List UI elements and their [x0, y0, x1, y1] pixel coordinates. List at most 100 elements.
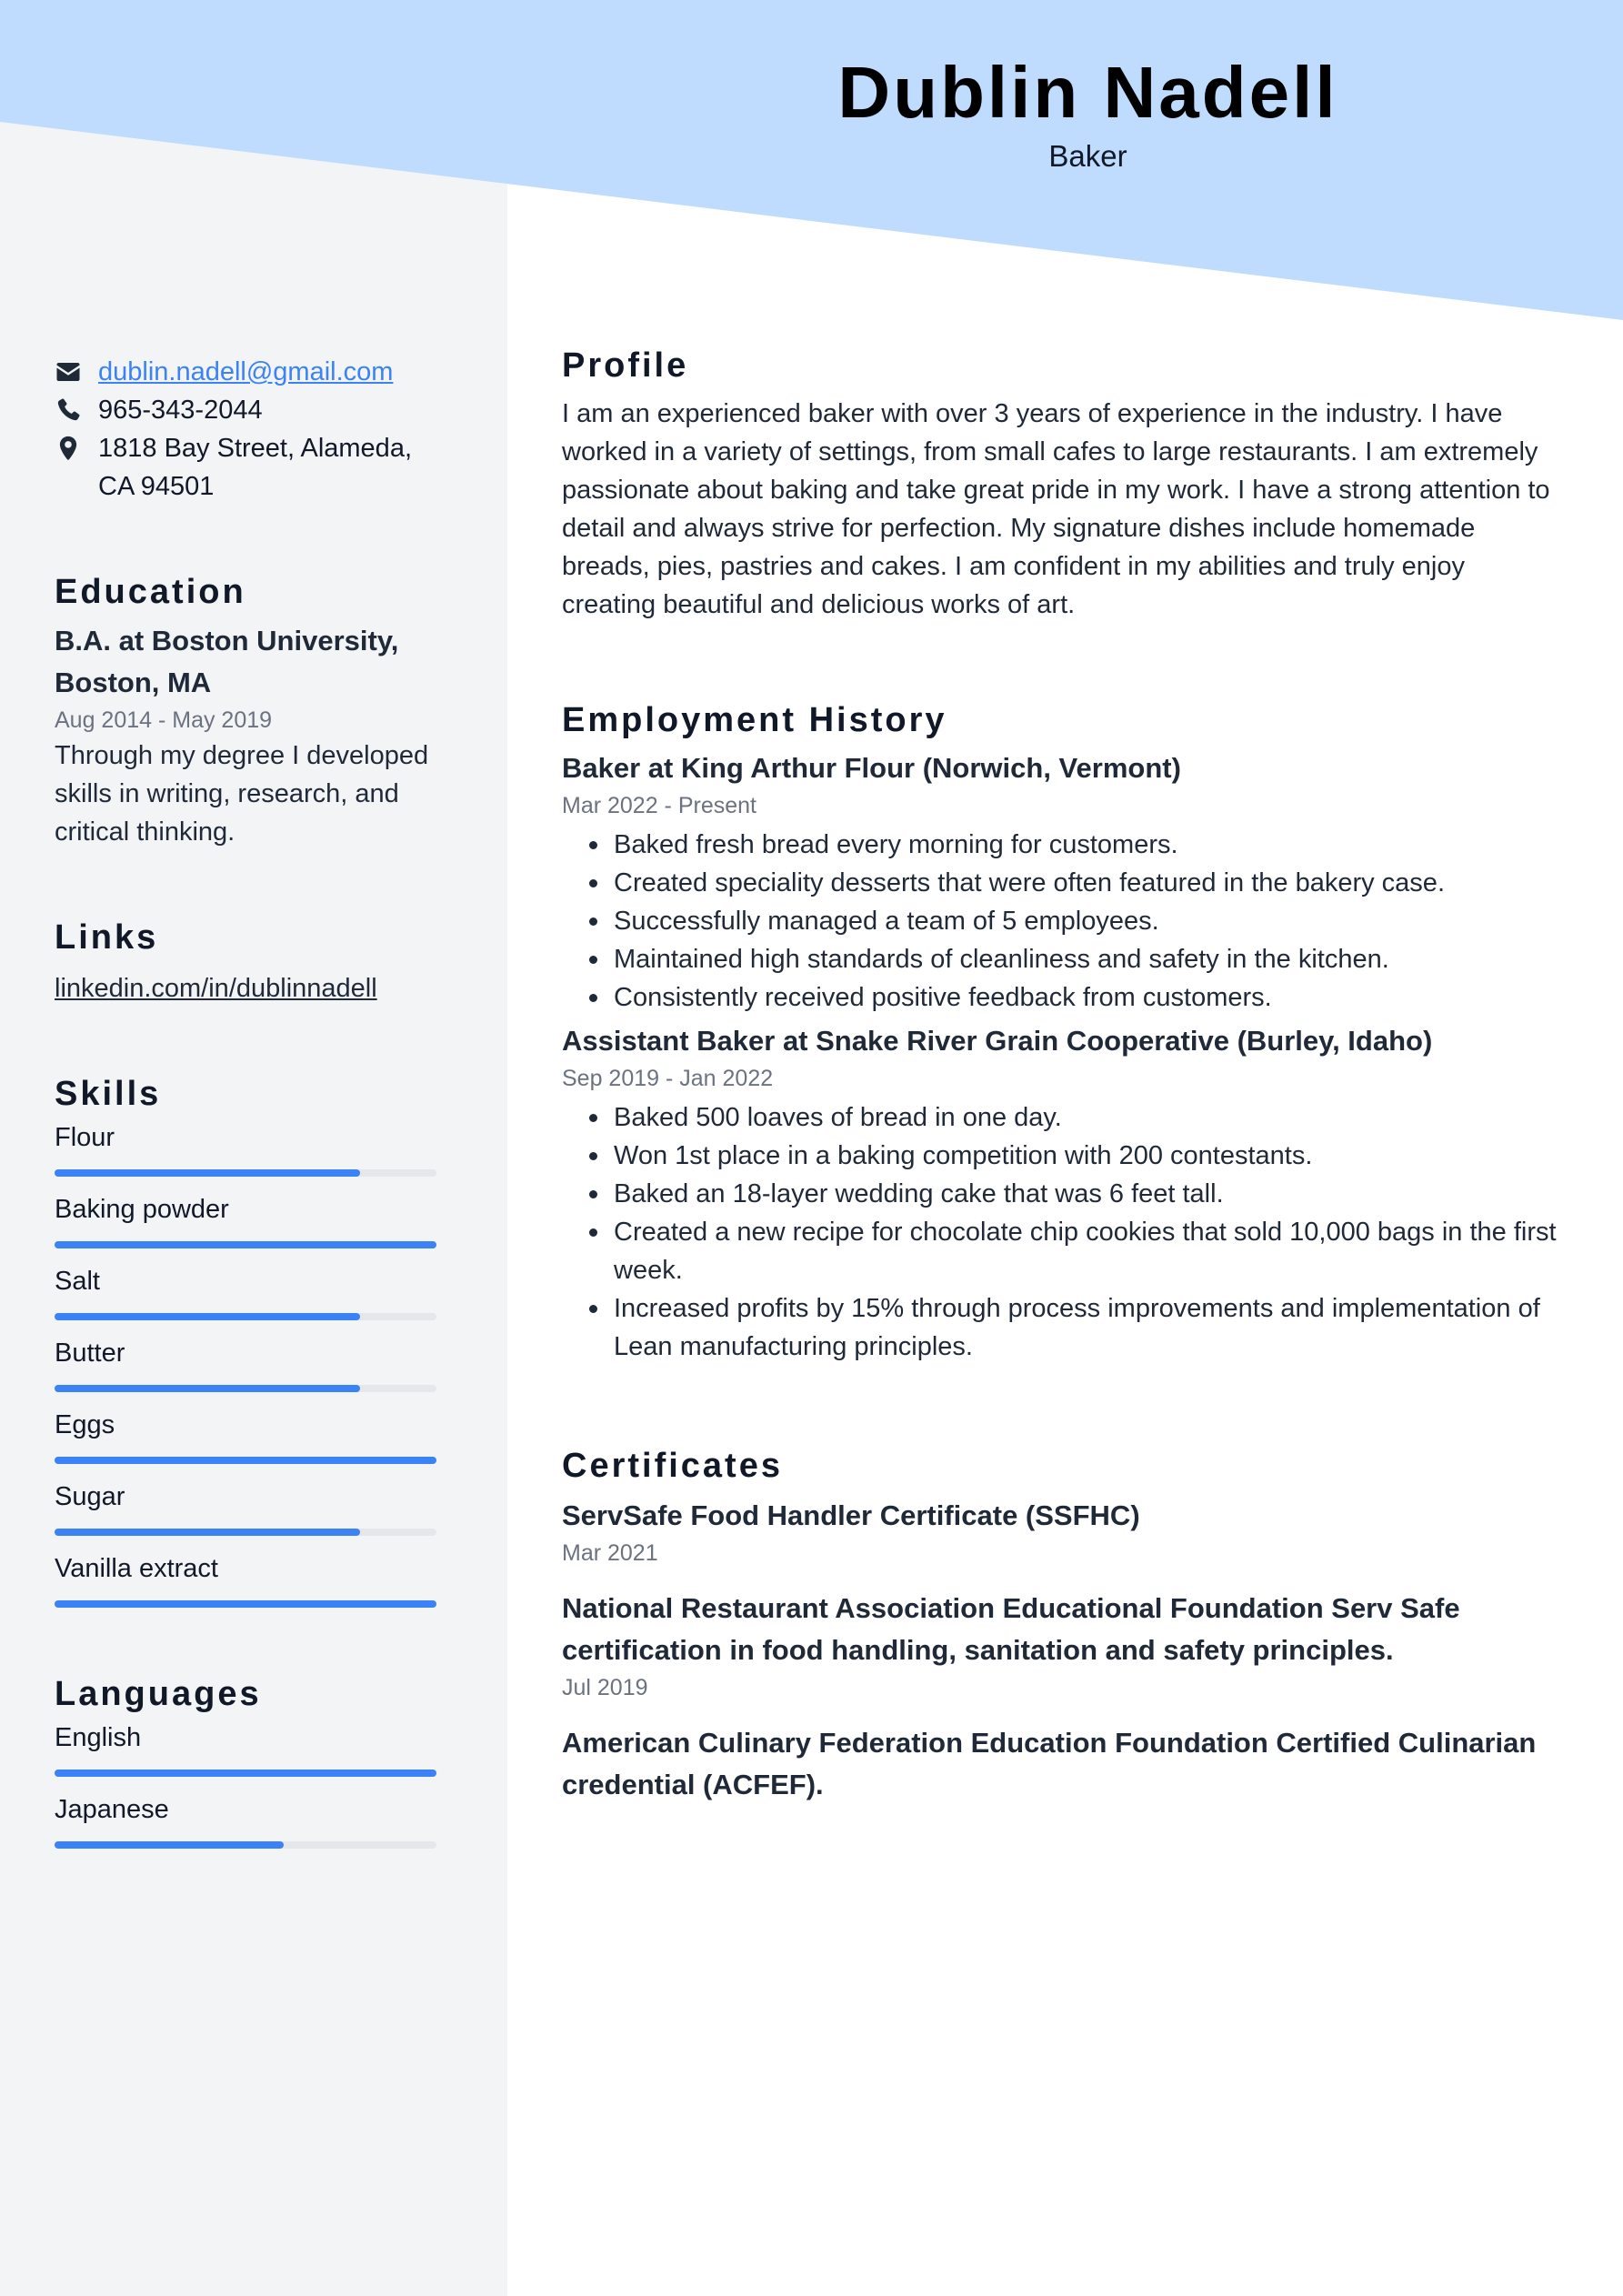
level-bar-track [55, 1529, 436, 1536]
links-heading: Links [55, 918, 159, 957]
contact-email: dublin.nadell@gmail.com [55, 353, 455, 391]
contact-section: dublin.nadell@gmail.com 965-343-2044 181… [55, 353, 455, 506]
job-entry: Baker at King Arthur Flour (Norwich, Ver… [562, 747, 1562, 1017]
job-bullet: Created speciality desserts that were of… [562, 864, 1562, 902]
jobs-list: Baker at King Arthur Flour (Norwich, Ver… [562, 747, 1562, 1366]
job-bullet: Increased profits by 15% through process… [562, 1289, 1562, 1366]
education-dates: Aug 2014 - May 2019 [55, 707, 273, 733]
phone-number: 965-343-2044 [98, 396, 263, 425]
certificate-date: Jul 2019 [562, 1675, 648, 1700]
job-bullet: Baked 500 loaves of bread in one day. [562, 1098, 1562, 1137]
education-heading: Education [55, 573, 246, 611]
certificates-list: ServSafe Food Handler Certificate (SSFHC… [562, 1495, 1562, 1806]
certificate-title: National Restaurant Association Educatio… [562, 1592, 1460, 1666]
language-label: English [55, 1723, 142, 1752]
skill-item: Sugar [55, 1478, 455, 1536]
skill-item: Flour [55, 1118, 455, 1177]
contact-phone: 965-343-2044 [55, 391, 455, 429]
skills-section: Skills Flour Baking powder Salt Butter Eggs S… [55, 1071, 455, 1608]
map-pin-icon [55, 429, 98, 467]
certificate-title: American Culinary Federation Education F… [562, 1727, 1537, 1800]
skill-label: Flour [55, 1123, 115, 1152]
level-bar-fill [55, 1600, 436, 1608]
job-bullet: Maintained high standards of cleanliness… [562, 940, 1562, 978]
email-link[interactable]: dublin.nadell@gmail.com [98, 353, 393, 391]
certificate-title: ServSafe Food Handler Certificate (SSFHC… [562, 1499, 1140, 1531]
phone-icon [55, 391, 98, 429]
profile-section: Profile I am an experienced baker with o… [562, 338, 1562, 624]
certificates-section: Certificates ServSafe Food Handler Certi… [562, 1439, 1562, 1806]
skill-item: Butter [55, 1334, 455, 1392]
certificate-date: Mar 2021 [562, 1540, 658, 1566]
level-bar-fill [55, 1313, 360, 1320]
skills-list: Flour Baking powder Salt Butter Eggs Sugar Van… [55, 1118, 455, 1608]
job-bullets: Baked fresh bread every morning for cust… [562, 826, 1562, 1017]
certificate-entry: National Restaurant Association Educatio… [562, 1588, 1562, 1704]
job-bullet: Consistently received positive feedback … [562, 978, 1562, 1017]
languages-heading: Languages [55, 1675, 262, 1713]
skill-label: Salt [55, 1267, 100, 1296]
skill-label: Baking powder [55, 1195, 229, 1224]
level-bar-track [55, 1313, 436, 1320]
level-bar-fill [55, 1457, 436, 1464]
job-bullet: Won 1st place in a baking competition wi… [562, 1137, 1562, 1175]
candidate-job-title: Baker [1048, 139, 1127, 173]
level-bar-fill [55, 1169, 360, 1177]
skill-label: Sugar [55, 1482, 125, 1511]
skill-label: Eggs [55, 1410, 115, 1439]
level-bar-fill [55, 1770, 436, 1777]
skill-item: Eggs [55, 1406, 455, 1464]
languages-section: Languages English Japanese [55, 1671, 455, 1849]
level-bar-track [55, 1385, 436, 1392]
job-title: Assistant Baker at Snake River Grain Coo… [562, 1025, 1433, 1057]
job-bullet: Successfully managed a team of 5 employe… [562, 902, 1562, 940]
address: 1818 Bay Street, Alameda, CA 94501 [98, 434, 412, 501]
skill-label: Butter [55, 1338, 125, 1368]
profile-text: I am an experienced baker with over 3 ye… [562, 399, 1550, 619]
skill-item: Vanilla extract [55, 1549, 455, 1608]
education-degree: B.A. at Boston University, Boston, MA [55, 625, 399, 698]
skill-item: Baking powder [55, 1190, 455, 1248]
profile-heading: Profile [562, 346, 689, 385]
skill-label: Vanilla extract [55, 1554, 218, 1583]
skills-heading: Skills [55, 1075, 162, 1113]
level-bar-fill [55, 1241, 436, 1248]
job-entry: Assistant Baker at Snake River Grain Coo… [562, 1020, 1562, 1366]
education-section: Education B.A. at Boston University, Bos… [55, 569, 455, 851]
language-item: English [55, 1719, 455, 1777]
certificates-heading: Certificates [562, 1447, 783, 1485]
level-bar-track [55, 1770, 436, 1777]
job-dates: Sep 2019 - Jan 2022 [562, 1066, 774, 1091]
language-label: Japanese [55, 1795, 169, 1824]
job-bullet: Created a new recipe for chocolate chip … [562, 1213, 1562, 1289]
job-dates: Mar 2022 - Present [562, 793, 756, 818]
job-title: Baker at King Arthur Flour (Norwich, Ver… [562, 752, 1181, 784]
job-bullet: Baked fresh bread every morning for cust… [562, 826, 1562, 864]
level-bar-fill [55, 1529, 360, 1536]
contact-address: 1818 Bay Street, Alameda, CA 94501 [55, 429, 455, 506]
linkedin-link[interactable]: linkedin.com/in/dublinnadell [55, 969, 377, 1008]
main-content: Profile I am an experienced baker with o… [562, 338, 1562, 1806]
job-bullet: Baked an 18-layer wedding cake that was … [562, 1175, 1562, 1213]
level-bar-track [55, 1169, 436, 1177]
level-bar-fill [55, 1841, 284, 1849]
employment-section: Employment History Baker at King Arthur … [562, 693, 1562, 1366]
skill-item: Salt [55, 1262, 455, 1320]
languages-list: English Japanese [55, 1719, 455, 1849]
level-bar-track [55, 1457, 436, 1464]
sidebar: dublin.nadell@gmail.com 965-343-2044 181… [55, 353, 455, 1862]
candidate-name: Dublin Nadell [837, 52, 1338, 133]
employment-heading: Employment History [562, 701, 947, 739]
resume-header: Dublin Nadell Baker [507, 47, 1623, 175]
certificate-entry: American Culinary Federation Education F… [562, 1722, 1562, 1806]
level-bar-fill [55, 1385, 360, 1392]
links-section: Links linkedin.com/in/dublinnadell [55, 915, 455, 1008]
education-description: Through my degree I developed skills in … [55, 741, 429, 847]
envelope-icon [55, 353, 98, 391]
language-item: Japanese [55, 1790, 455, 1849]
education-item: B.A. at Boston University, Boston, MA Au… [55, 620, 455, 851]
level-bar-track [55, 1600, 436, 1608]
level-bar-track [55, 1241, 436, 1248]
job-bullets: Baked 500 loaves of bread in one day. Won… [562, 1098, 1562, 1366]
certificate-entry: ServSafe Food Handler Certificate (SSFHC… [562, 1495, 1562, 1569]
